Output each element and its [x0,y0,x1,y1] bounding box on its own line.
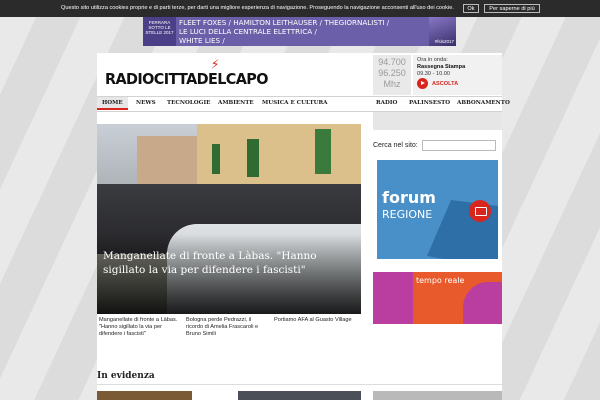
nav-item-palinsesto[interactable]: PALINSESTO [409,100,450,106]
banner-event-logo: FERRARA SOTTO LE STELLE 2017 [143,17,176,46]
tempo-logo-shape [373,272,413,324]
radio-icon [469,200,491,222]
hero-photo-shutter [212,144,220,174]
cookie-bar: Questo sito utilizza cookies proprie e d… [0,0,600,17]
on-air-label: Ora in onda: [417,57,448,63]
forum-title: forum [382,188,436,207]
listen-button[interactable]: ASCOLTA [432,81,458,87]
main-nav: HOME NEWS TECNOLOGIE AMBIENTE MUSICA E C… [97,96,510,112]
evidenza-thumb[interactable] [373,391,502,400]
hero-headline[interactable]: Manganellate di fronte a Làbas. "Hanno s… [103,249,353,277]
frequency-box: 94.700 96.250 Mhz [373,55,411,95]
ad-banner[interactable]: FERRARA SOTTO LE STELLE 2017 FLEET FOXES… [143,17,456,46]
frequency-2: 96.250 [378,68,406,78]
search-input[interactable] [422,140,496,151]
nav-item-news[interactable]: NEWS [136,100,156,106]
frequency-unit: Mhz [383,79,401,89]
banner-lineup: FLEET FOXES / HAMILTON LEITHAUSER / THEG… [179,18,389,45]
main-page: RADIOCITTADELCAPO ⚡ 94.700 96.250 Mhz Or… [97,53,510,400]
search-label: Cerca nel sito: [373,142,418,149]
cookie-ok-button[interactable]: Ok [463,4,479,13]
site-logo[interactable]: RADIOCITTADELCAPO ⚡ [105,57,268,89]
nav-item-home[interactable]: HOME [97,97,128,110]
section-title: In evidenza [97,371,155,381]
hero-article[interactable]: Manganellate di fronte a Làbas. "Hanno s… [97,124,361,314]
tempo-logo-shape [463,282,502,324]
banner-line: WHITE LIES / [179,36,225,45]
evidenza-thumb[interactable] [97,391,192,400]
banner-hashtag: #fsls2017 [434,39,454,44]
on-air-panel: Ora in onda: Rassegna Stampa 09.30 - 10.… [413,55,502,95]
sidebar-ad-placeholder [373,112,502,130]
cookie-more-button[interactable]: Per saperne di più [484,4,540,13]
tempo-reale-banner[interactable]: tempo reale [373,272,502,324]
tempo-reale-label: tempo reale [416,276,465,285]
hero-photo-shutter [247,139,259,177]
frequency-1: 94.700 [378,57,406,67]
lightning-icon: ⚡ [211,56,219,72]
nav-item-ambiente[interactable]: AMBIENTE [218,100,254,106]
hero-photo-shutter [315,129,331,174]
nav-item-abbonamento[interactable]: ABBONAMENTO [457,100,510,106]
on-air-show[interactable]: Rassegna Stampa [417,64,465,70]
nav-item-musica-cultura[interactable]: MUSICA E CULTURA [262,100,328,106]
logo-text: RADIOCITTADELCAPO [105,71,268,89]
on-air-time: 09.30 - 10.00 [417,71,450,77]
nav-item-radio[interactable]: RADIO [376,100,397,106]
section-divider [97,384,502,385]
nav-item-tecnologie[interactable]: TECNOLOGIE [167,100,210,106]
evidenza-thumb[interactable] [238,391,361,400]
caption-item[interactable]: Bologna perde Pedrazzi, il ricordo di Am… [186,317,266,338]
forum-regione-banner[interactable]: forum REGIONE [377,160,498,259]
banner-line: FLEET FOXES / HAMILTON LEITHAUSER / THEG… [179,18,390,27]
banner-line: LE LUCI DELLA CENTRALE ELETTRICA / [179,27,317,36]
caption-item[interactable]: Manganellate di fronte a Làbas. "Hanno s… [99,317,179,338]
cookie-message: Questo sito utilizza cookies proprie e d… [61,5,454,11]
forum-subtitle: REGIONE [382,208,433,221]
caption-item[interactable]: Portiamo AFA al Guasto Village [274,317,354,324]
play-icon[interactable] [417,78,428,89]
